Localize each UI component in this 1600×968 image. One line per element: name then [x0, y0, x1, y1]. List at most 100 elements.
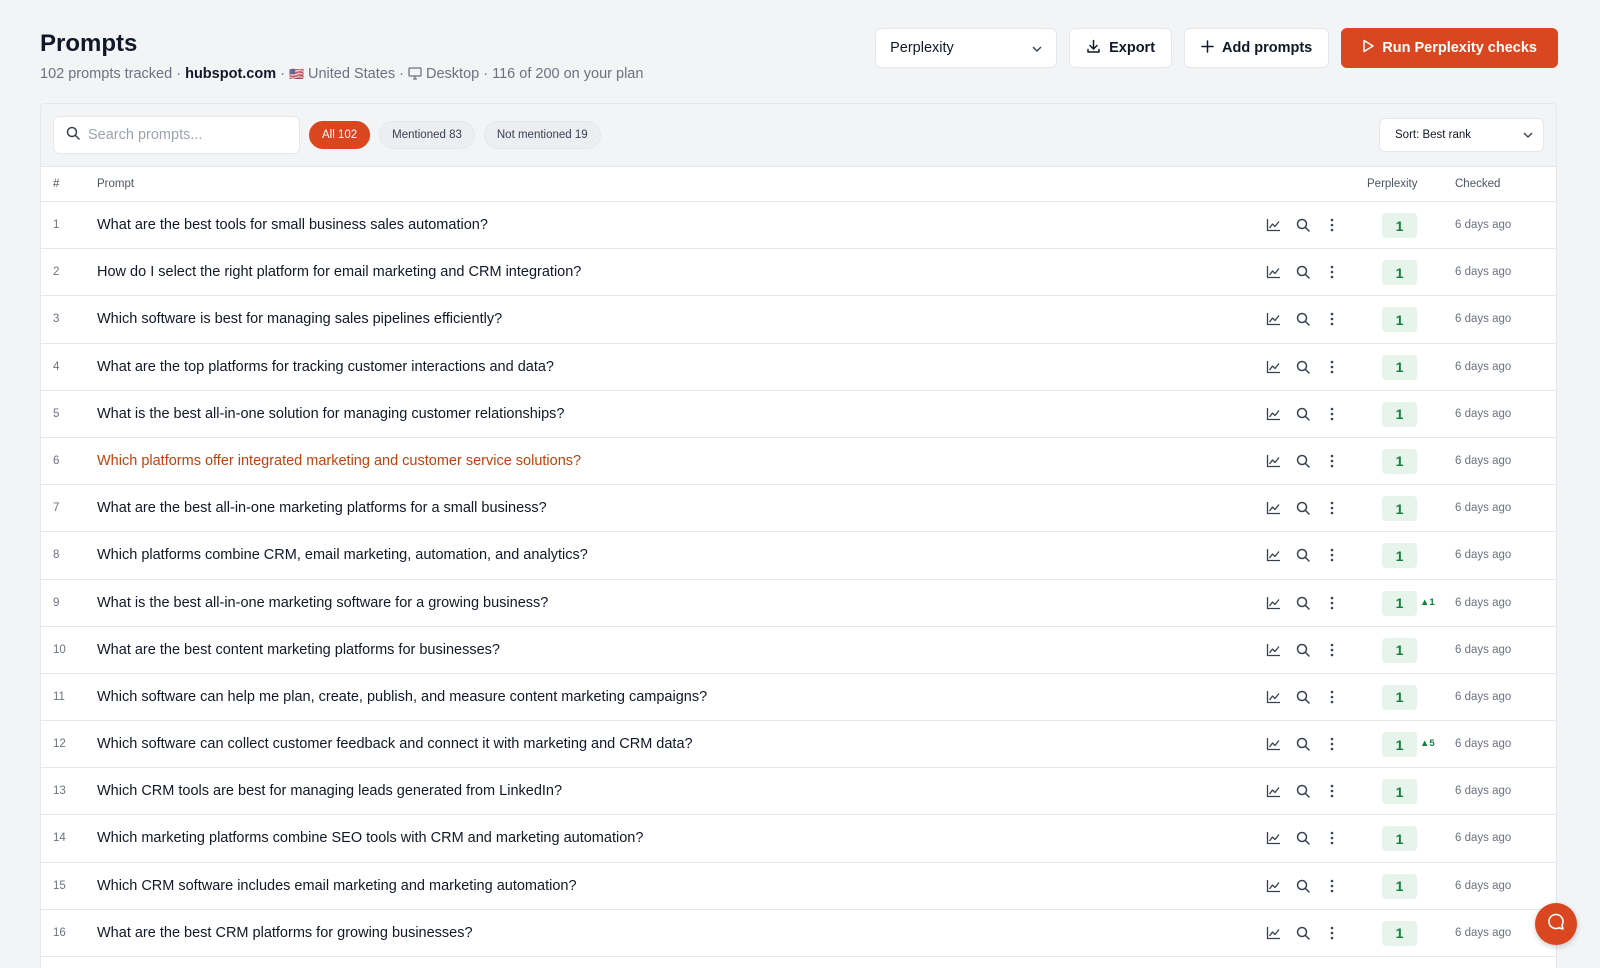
chart-icon[interactable] [1265, 782, 1282, 800]
table-row[interactable]: 15 Which CRM software includes email mar… [41, 863, 1556, 910]
prompt-text[interactable]: What are the best all-in-one marketing p… [97, 500, 547, 516]
search-input[interactable] [88, 127, 278, 143]
play-icon [1362, 39, 1374, 57]
search-icon[interactable] [1294, 310, 1311, 328]
checked-time: 6 days ago [1455, 832, 1512, 845]
more-vertical-icon[interactable] [1323, 877, 1340, 895]
chart-icon[interactable] [1265, 877, 1282, 895]
filter-chip-mentioned[interactable]: Mentioned 83 [379, 121, 475, 149]
more-vertical-icon[interactable] [1323, 735, 1340, 753]
run-checks-button[interactable]: Run Perplexity checks [1341, 28, 1558, 68]
prompt-text[interactable]: Which CRM software includes email market… [97, 878, 577, 894]
table-row[interactable]: 11 Which software can help me plan, crea… [41, 674, 1556, 722]
table-row[interactable]: 2 How do I select the right platform for… [41, 249, 1556, 297]
table-row[interactable]: 16 What are the best CRM platforms for g… [41, 910, 1556, 957]
chart-icon[interactable] [1265, 405, 1282, 423]
chart-icon[interactable] [1265, 499, 1282, 517]
more-vertical-icon[interactable] [1323, 499, 1340, 517]
more-vertical-icon[interactable] [1323, 782, 1340, 800]
more-vertical-icon[interactable] [1323, 546, 1340, 564]
search-box[interactable] [53, 116, 300, 154]
prompt-text[interactable]: What is the best all-in-one marketing so… [97, 595, 548, 611]
search-icon[interactable] [1294, 735, 1311, 753]
chart-icon[interactable] [1265, 641, 1282, 659]
more-vertical-icon[interactable] [1323, 358, 1340, 376]
prompt-text[interactable]: Which software is best for managing sale… [97, 311, 502, 327]
search-icon[interactable] [1294, 263, 1311, 281]
filter-chip-not-mentioned[interactable]: Not mentioned 19 [483, 121, 601, 149]
table-row[interactable]: 4 What are the top platforms for trackin… [41, 344, 1556, 391]
more-vertical-icon[interactable] [1323, 924, 1340, 942]
chart-icon[interactable] [1265, 594, 1282, 612]
chart-icon[interactable] [1265, 924, 1282, 942]
filter-chip-all[interactable]: All 102 [309, 121, 371, 149]
chart-icon[interactable] [1265, 216, 1282, 234]
prompt-text[interactable]: Which marketing platforms combine SEO to… [97, 830, 643, 846]
more-vertical-icon[interactable] [1323, 641, 1340, 659]
prompt-text[interactable]: Which platforms offer integrated marketi… [97, 453, 581, 469]
more-vertical-icon[interactable] [1323, 829, 1340, 847]
table-row[interactable]: 1 What are the best tools for small busi… [41, 202, 1556, 250]
search-icon[interactable] [1294, 546, 1311, 564]
prompt-text[interactable]: How do I select the right platform for e… [97, 264, 581, 280]
prompt-text[interactable]: Which software can help me plan, create,… [97, 689, 707, 705]
more-vertical-icon[interactable] [1323, 263, 1340, 281]
add-prompts-button[interactable]: Add prompts [1184, 28, 1330, 68]
prompt-text[interactable]: What are the best tools for small busine… [97, 217, 488, 233]
search-icon[interactable] [1294, 594, 1311, 612]
search-icon[interactable] [1294, 405, 1311, 423]
prompt-text[interactable]: What is the best all-in-one solution for… [97, 406, 564, 422]
prompt-text[interactable]: Which CRM tools are best for managing le… [97, 783, 562, 799]
table-row[interactable]: 8 Which platforms combine CRM, email mar… [41, 532, 1556, 580]
table-row[interactable]: 5 What is the best all-in-one solution f… [41, 391, 1556, 438]
table-row[interactable]: 12 Which software can collect customer f… [41, 721, 1556, 769]
export-button[interactable]: Export [1069, 28, 1173, 68]
prompt-text[interactable]: Which platforms combine CRM, email marke… [97, 547, 588, 563]
search-icon[interactable] [1294, 688, 1311, 706]
chart-icon[interactable] [1265, 735, 1282, 753]
more-vertical-icon[interactable] [1323, 688, 1340, 706]
prompt-text[interactable]: What are the top platforms for tracking … [97, 359, 554, 375]
more-vertical-icon[interactable] [1323, 310, 1340, 328]
search-icon[interactable] [1294, 924, 1311, 942]
sort-select[interactable]: Sort: Best rank [1379, 118, 1544, 152]
search-icon[interactable] [1294, 829, 1311, 847]
prompt-text[interactable]: What are the best CRM platforms for grow… [97, 925, 473, 941]
rank-badge: 1 [1382, 826, 1417, 852]
more-vertical-icon[interactable] [1323, 594, 1340, 612]
table-row[interactable]: 14 Which marketing platforms combine SEO… [41, 815, 1556, 863]
table-row[interactable]: 10 What are the best content marketing p… [41, 627, 1556, 674]
prompt-text[interactable]: Which software can collect customer feed… [97, 736, 693, 752]
chart-icon[interactable] [1265, 688, 1282, 706]
chat-button[interactable] [1535, 903, 1577, 945]
table-row[interactable]: 6 Which platforms offer integrated marke… [41, 438, 1556, 486]
column-header-checked[interactable]: Checked [1455, 178, 1500, 190]
chart-icon[interactable] [1265, 829, 1282, 847]
more-vertical-icon[interactable] [1323, 452, 1340, 470]
chart-icon[interactable] [1265, 452, 1282, 470]
table-row[interactable]: 3 Which software is best for managing sa… [41, 296, 1556, 344]
more-vertical-icon[interactable] [1323, 405, 1340, 423]
chart-icon[interactable] [1265, 310, 1282, 328]
chart-icon[interactable] [1265, 263, 1282, 281]
engine-select[interactable]: Perplexity [875, 28, 1058, 68]
column-header-perplexity[interactable]: Perplexity [1367, 178, 1418, 190]
search-icon[interactable] [1294, 499, 1311, 517]
table-row[interactable]: 9 What is the best all-in-one marketing … [41, 580, 1556, 627]
search-icon[interactable] [1294, 877, 1311, 895]
search-icon[interactable] [1294, 216, 1311, 234]
table-row[interactable]: 13 Which CRM tools are best for managing… [41, 768, 1556, 816]
table-row[interactable]: 7 What are the best all-in-one marketing… [41, 485, 1556, 533]
chart-icon[interactable] [1265, 358, 1282, 376]
search-icon[interactable] [1294, 641, 1311, 659]
row-number: 2 [53, 266, 60, 279]
search-icon[interactable] [1294, 452, 1311, 470]
search-icon[interactable] [1294, 782, 1311, 800]
prompt-text[interactable]: What are the best content marketing plat… [97, 642, 500, 658]
row-number: 9 [53, 596, 60, 609]
checked-time: 6 days ago [1455, 690, 1512, 703]
more-vertical-icon[interactable] [1323, 216, 1340, 234]
search-icon[interactable] [1294, 358, 1311, 376]
row-actions [1265, 546, 1340, 564]
chart-icon[interactable] [1265, 546, 1282, 564]
